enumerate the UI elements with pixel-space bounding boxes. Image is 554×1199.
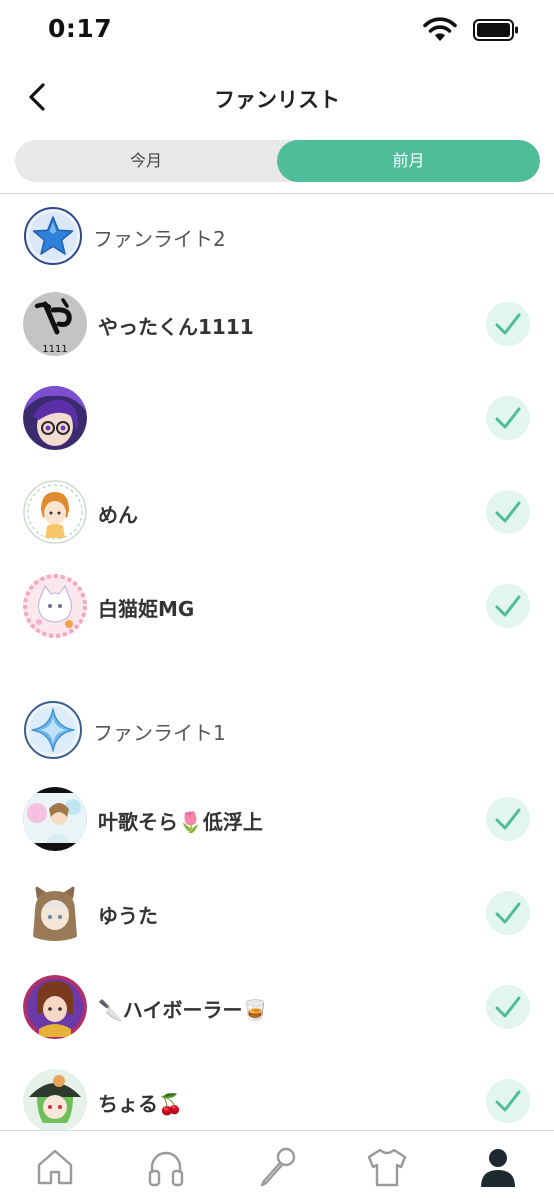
check-button[interactable] — [486, 302, 530, 346]
avatar: 1111 — [23, 292, 87, 356]
avatar — [23, 574, 87, 638]
user-name: めん — [98, 503, 138, 527]
checkmark-icon — [495, 1090, 521, 1112]
checkmark-icon — [495, 313, 521, 335]
check-button[interactable] — [486, 1079, 530, 1123]
microphone-icon[interactable] — [254, 1145, 298, 1189]
avatar — [23, 480, 87, 544]
battery-icon — [473, 19, 518, 41]
wifi-icon — [423, 17, 457, 41]
check-button[interactable] — [486, 985, 530, 1029]
status-time: 0:17 — [48, 14, 113, 43]
checkmark-icon — [495, 996, 521, 1018]
headphones-icon[interactable] — [144, 1145, 188, 1189]
status-bar: 0:17 — [0, 0, 554, 62]
check-button[interactable] — [486, 490, 530, 534]
user-name: 叶歌そら🌷低浮上 — [98, 810, 263, 834]
month-segment-control: 今月 前月 — [15, 140, 540, 182]
check-button[interactable] — [486, 797, 530, 841]
list-item[interactable] — [0, 383, 554, 453]
nav-bar: ファンリスト — [0, 62, 554, 132]
list-item[interactable]: 🔪ハイボーラー🥃 — [0, 972, 554, 1042]
tab-last-month[interactable]: 前月 — [277, 140, 540, 182]
divider — [0, 193, 554, 194]
checkmark-icon — [495, 808, 521, 830]
check-button[interactable] — [486, 396, 530, 440]
check-button[interactable] — [486, 891, 530, 935]
list-item[interactable]: ゆうた — [0, 878, 554, 948]
user-name: 白猫姫MG — [98, 597, 195, 621]
blue-star-badge-icon — [24, 207, 82, 265]
profile-icon[interactable] — [476, 1145, 520, 1189]
tab-this-month[interactable]: 今月 — [15, 140, 277, 182]
checkmark-icon — [495, 501, 521, 523]
section-label: ファンライト2 — [93, 227, 226, 251]
user-name: やったくん1111 — [98, 315, 254, 339]
section-header-fanlight-2: ファンライト2 — [0, 203, 554, 267]
checkmark-icon — [495, 407, 521, 429]
section-label: ファンライト1 — [93, 721, 226, 745]
light-blue-sparkle-badge-icon — [24, 701, 82, 759]
svg-text:1111: 1111 — [42, 344, 67, 355]
list-item[interactable]: 叶歌そら🌷低浮上 — [0, 784, 554, 854]
checkmark-icon — [495, 902, 521, 924]
user-name: 🔪ハイボーラー🥃 — [98, 998, 268, 1022]
page-title: ファンリスト — [214, 88, 340, 112]
avatar — [23, 975, 87, 1039]
check-button[interactable] — [486, 584, 530, 628]
section-header-fanlight-1: ファンライト1 — [0, 697, 554, 761]
checkmark-icon — [495, 595, 521, 617]
user-name: ちょる🍒 — [98, 1092, 183, 1116]
home-icon[interactable] — [33, 1145, 77, 1189]
avatar — [23, 787, 87, 851]
avatar — [23, 881, 87, 945]
list-item[interactable]: めん — [0, 477, 554, 547]
avatar — [23, 1069, 87, 1133]
user-name: ゆうた — [98, 904, 158, 928]
tab-bar — [0, 1130, 554, 1199]
shirt-icon[interactable] — [365, 1145, 409, 1189]
list-item[interactable]: 白猫姫MG — [0, 571, 554, 641]
avatar — [23, 386, 87, 450]
list-item[interactable]: 1111 やったくん1111 — [0, 289, 554, 359]
list-item[interactable]: ちょる🍒 — [0, 1066, 554, 1136]
